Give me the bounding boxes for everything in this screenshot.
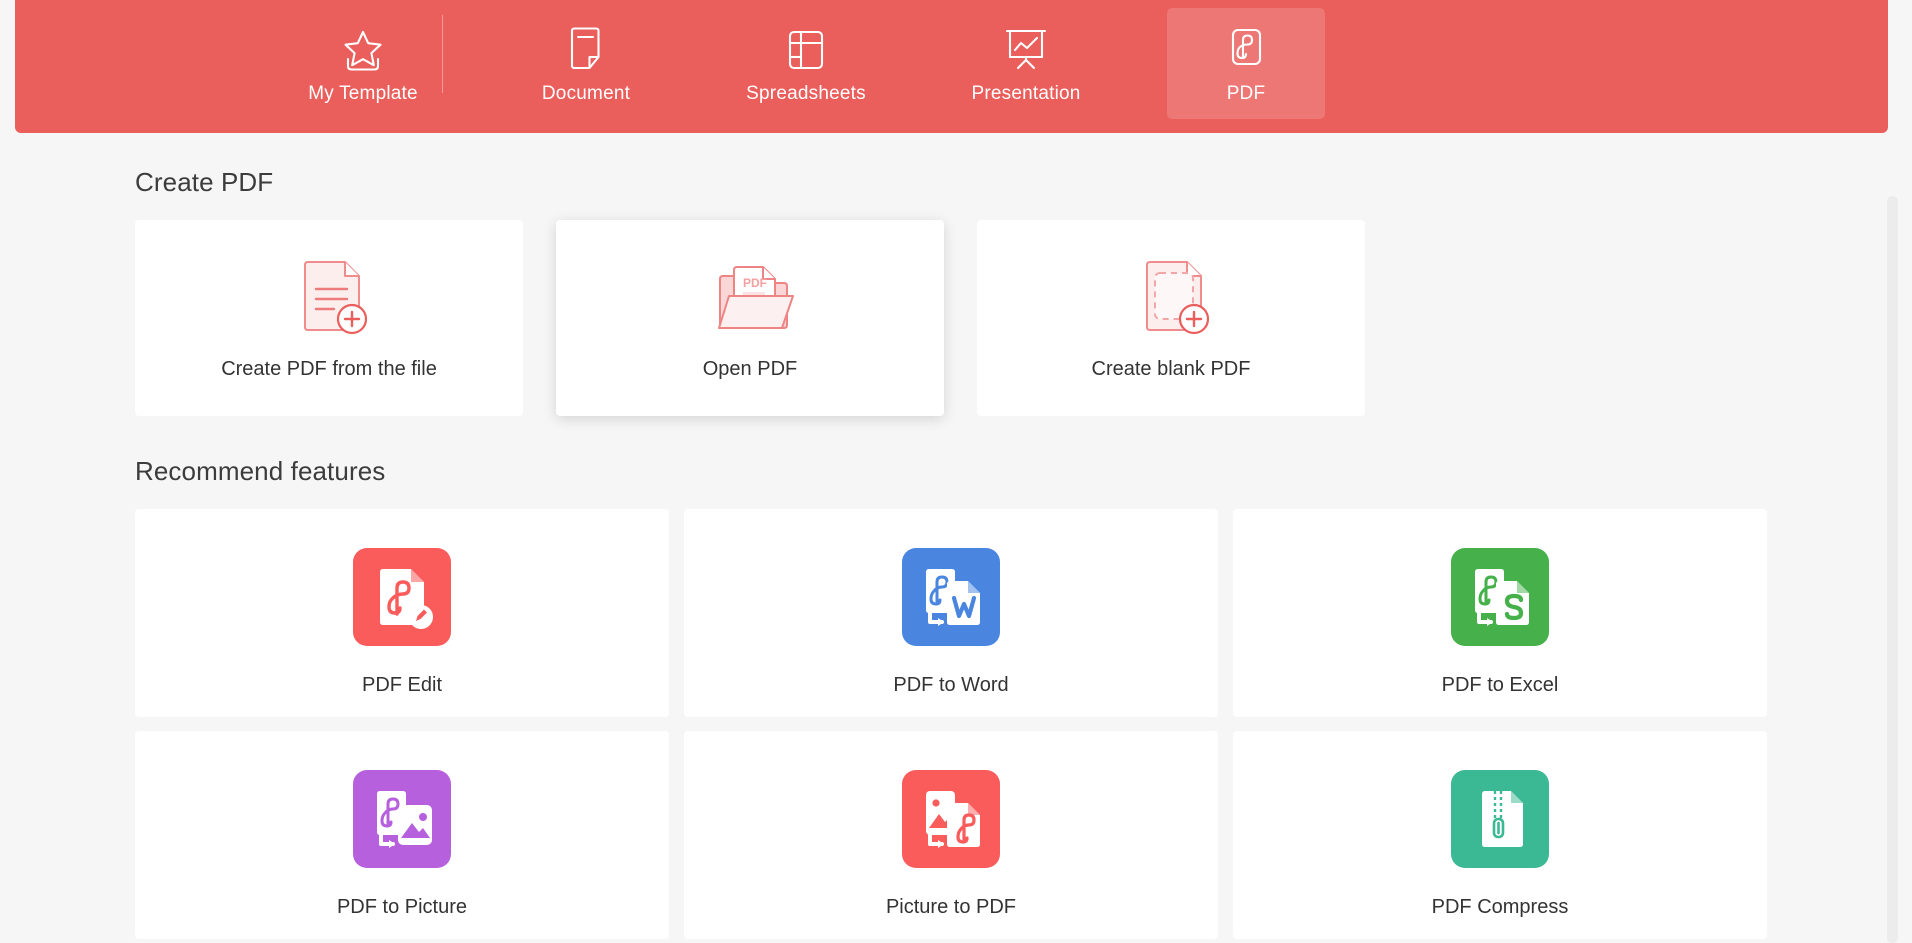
nav-item-label: Spreadsheets [746,83,866,105]
nav-item-presentation[interactable]: Presentation [947,8,1105,119]
vertical-scrollbar[interactable] [1887,196,1898,943]
pdf-compress-icon [1450,769,1550,869]
recommend-features-grid: PDF Edit PDF to Word [135,509,1810,943]
pdf-to-word-icon [901,547,1001,647]
nav-item-label: Document [542,83,630,105]
open-folder-pdf-icon: PDF [700,244,800,354]
feature-card-label: PDF Edit [362,674,442,697]
pdf-home-screen: My Template Document [0,0,1912,943]
create-pdf-section-title: Create PDF [135,133,1912,198]
create-card-label: Create blank PDF [1092,358,1251,381]
feature-card-label: PDF Compress [1432,896,1569,919]
presentation-screen-icon [1002,22,1050,72]
pdf-file-icon [1224,22,1268,72]
nav-item-my-template[interactable]: My Template [284,8,442,119]
nav-item-document[interactable]: Document [507,8,665,119]
svg-text:PDF: PDF [743,276,767,290]
nav-item-label: PDF [1227,83,1266,105]
nav-item-spreadsheets[interactable]: Spreadsheets [727,8,885,119]
create-card-label: Open PDF [703,358,797,381]
feature-card-label: PDF to Picture [337,896,467,919]
star-template-icon [340,22,386,72]
feature-card-label: Picture to PDF [886,896,1016,919]
document-plus-icon [279,244,379,354]
create-card-label: Create PDF from the file [221,358,437,381]
create-pdf-from-file-card[interactable]: Create PDF from the file [135,220,523,416]
pdf-to-excel-icon [1450,547,1550,647]
pdf-to-picture-icon [352,769,452,869]
feature-card-label: PDF to Word [893,674,1008,697]
feature-card-pdf-compress[interactable]: PDF Compress [1233,731,1767,939]
blank-document-plus-icon [1121,244,1221,354]
create-blank-pdf-card[interactable]: Create blank PDF [977,220,1365,416]
document-page-icon [565,22,607,72]
nav-item-pdf[interactable]: PDF [1167,8,1325,119]
create-pdf-card-row: Create PDF from the file PDF Open PDF [135,220,1912,416]
feature-card-pdf-to-excel[interactable]: PDF to Excel [1233,509,1767,717]
pdf-edit-icon [352,547,452,647]
nav-item-label: Presentation [971,83,1080,105]
feature-card-pdf-to-picture[interactable]: PDF to Picture [135,731,669,939]
content-area: Create PDF Create PDF from the fil [0,133,1912,943]
feature-card-pdf-to-word[interactable]: PDF to Word [684,509,1218,717]
main-navigation-bar: My Template Document [15,0,1888,133]
feature-card-label: PDF to Excel [1442,674,1559,697]
picture-to-pdf-icon [901,769,1001,869]
open-pdf-card[interactable]: PDF Open PDF [556,220,944,416]
feature-card-pdf-edit[interactable]: PDF Edit [135,509,669,717]
recommend-features-section-title: Recommend features [135,416,1912,487]
spreadsheet-grid-icon [784,22,828,72]
nav-item-label: My Template [308,83,418,105]
feature-card-picture-to-pdf[interactable]: Picture to PDF [684,731,1218,939]
